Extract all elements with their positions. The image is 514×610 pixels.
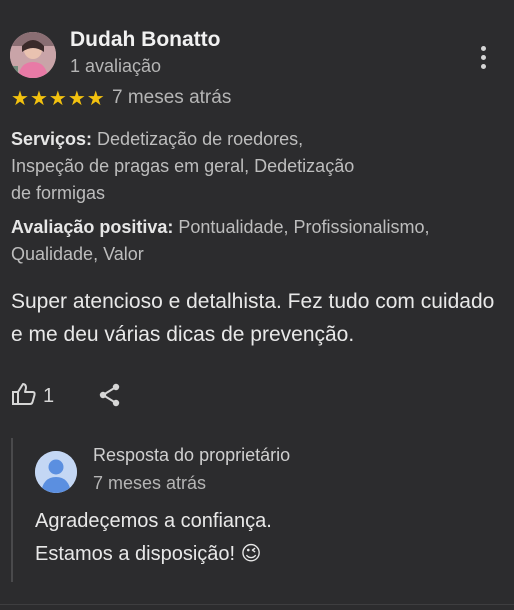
- services-label: Serviços:: [11, 129, 93, 149]
- owner-reply-text: Agradeçemos a confiança. Estamos a dispo…: [35, 510, 272, 565]
- positive-label: Avaliação positiva:: [11, 217, 174, 237]
- review-card: Dudah Bonatto 1 avaliação ★ ★ ★ ★ ★ 7 meses …: [0, 0, 514, 610]
- owner-reply-title: Resposta do proprietário: [93, 445, 291, 465]
- like-button[interactable]: 1: [11, 382, 54, 411]
- owner-reply-date: 7 meses atrás: [93, 473, 207, 493]
- star-icon: ★: [48, 88, 67, 110]
- star-icon: ★: [86, 88, 105, 110]
- share-button[interactable]: [99, 383, 121, 412]
- rating-stars: ★ ★ ★ ★ ★: [11, 88, 105, 110]
- star-icon: ★: [11, 88, 29, 110]
- star-icon: ★: [67, 88, 86, 110]
- like-count: 1: [43, 385, 55, 407]
- review-date: 7 meses atrás: [112, 87, 232, 108]
- thumbs-up-icon: [11, 382, 37, 411]
- default-avatar-icon: [35, 451, 77, 493]
- reviewer-name[interactable]: Dudah Bonatto: [70, 28, 220, 52]
- positive-attributes: Avaliação positiva: Pontualidade, Profis…: [11, 214, 491, 268]
- review-text: Super atencioso e detalhista. Fez tudo c…: [11, 290, 495, 346]
- star-icon: ★: [29, 88, 48, 110]
- share-icon: [99, 383, 121, 411]
- owner-reply-divider: [11, 438, 13, 582]
- reviewer-avatar[interactable]: [10, 32, 56, 78]
- more-options-icon[interactable]: [472, 46, 494, 76]
- services-list: Serviços: Dedetização de roedores, Inspe…: [11, 126, 371, 207]
- bottom-divider: [0, 604, 514, 605]
- reviewer-review-count: 1 avaliação: [70, 56, 162, 76]
